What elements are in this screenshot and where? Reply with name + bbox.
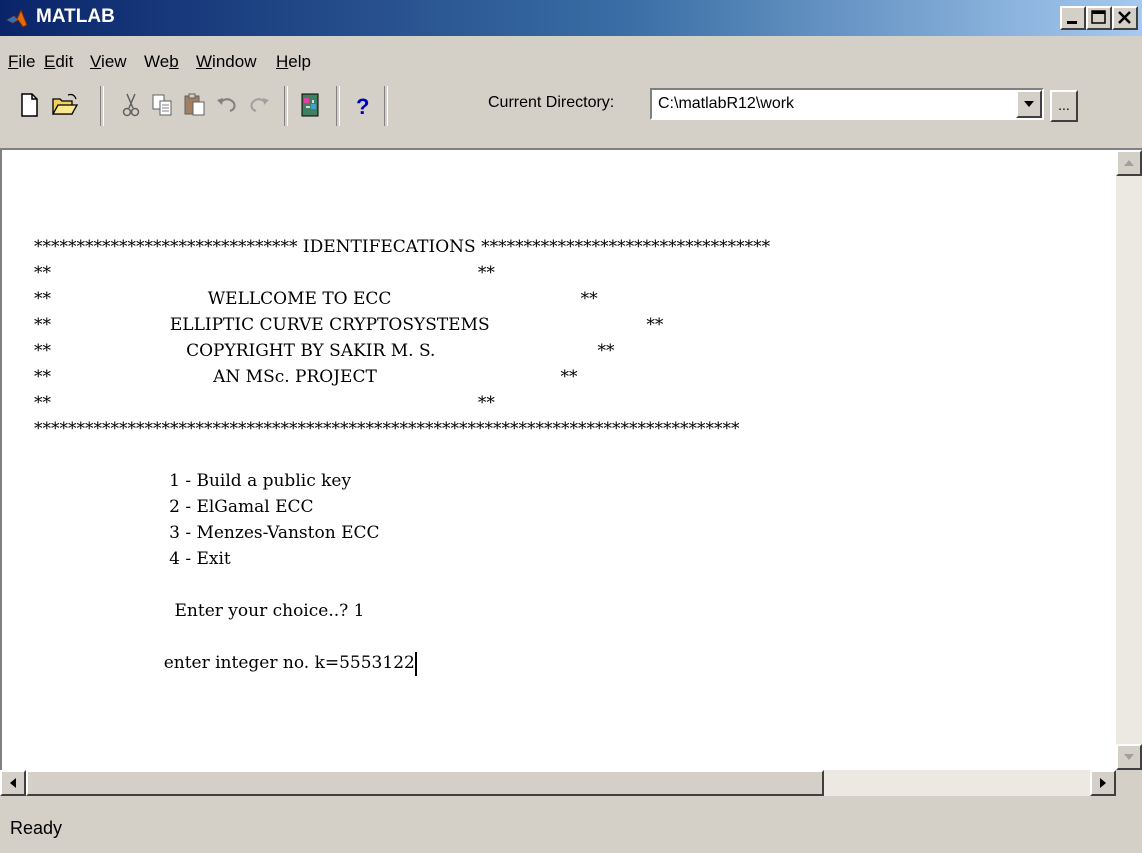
command-window-output: ******************************* IDENTIFE… — [34, 234, 770, 676]
command-window[interactable]: ******************************* IDENTIFE… — [0, 148, 1142, 796]
matlab-window: MATLAB File Edit View Web Window Help ? … — [0, 0, 1142, 853]
command-line: ** ELLIPTIC CURVE CRYPTOSYSTEMS ** — [34, 315, 664, 335]
menu-file[interactable]: File — [8, 52, 35, 72]
arrow-left-icon — [10, 778, 16, 788]
menu-help[interactable]: Help — [276, 52, 311, 72]
toolbar-separator — [100, 86, 104, 126]
menu-option-line: 2 - ElGamal ECC — [34, 497, 314, 517]
status-bar: Ready — [0, 800, 1142, 853]
scroll-up-button[interactable] — [1116, 150, 1142, 176]
menu-bar: File Edit View Web Window Help — [0, 46, 1142, 76]
minimize-button[interactable] — [1060, 6, 1086, 30]
redo-icon[interactable] — [244, 90, 274, 120]
scroll-left-button[interactable] — [0, 770, 26, 796]
open-folder-icon[interactable] — [50, 90, 80, 120]
copy-icon[interactable] — [148, 90, 178, 120]
matlab-logo-icon — [6, 8, 28, 28]
current-directory-label: Current Directory: — [488, 94, 615, 111]
svg-text:?: ? — [356, 94, 369, 119]
scroll-down-button[interactable] — [1116, 744, 1142, 770]
menu-window[interactable]: Window — [196, 52, 256, 72]
scroll-right-button[interactable] — [1090, 770, 1116, 796]
paste-icon[interactable] — [180, 90, 210, 120]
command-line: ** AN MSc. PROJECT ** — [34, 367, 578, 387]
close-icon — [1118, 11, 1131, 24]
current-directory-combobox[interactable]: C:\matlabR12\work — [650, 88, 1044, 120]
toolbar-separator — [384, 86, 388, 126]
browse-directory-button[interactable]: ... — [1050, 90, 1078, 122]
window-title: MATLAB — [36, 6, 115, 27]
simulink-icon[interactable] — [296, 90, 326, 120]
command-line: ****************************************… — [34, 419, 740, 439]
command-line: ** COPYRIGHT BY SAKIR M. S. ** — [34, 341, 615, 361]
arrow-up-icon — [1124, 160, 1134, 166]
vertical-scrollbar[interactable] — [1116, 150, 1142, 770]
cut-icon[interactable] — [116, 90, 146, 120]
toolbar-separator — [284, 86, 288, 126]
arrow-down-icon — [1124, 754, 1134, 760]
help-icon[interactable]: ? — [346, 90, 376, 120]
current-directory-dropdown-button[interactable] — [1016, 90, 1042, 118]
horizontal-scrollbar[interactable] — [0, 770, 1116, 796]
scrollbar-corner — [1116, 770, 1142, 796]
maximize-button[interactable] — [1086, 6, 1112, 30]
text-caret — [414, 651, 417, 676]
minimize-icon — [1067, 21, 1077, 24]
maximize-icon — [1091, 10, 1106, 24]
menu-option-line: 1 - Build a public key — [34, 471, 352, 491]
chevron-down-icon — [1024, 101, 1034, 107]
new-file-icon[interactable] — [14, 90, 44, 120]
current-directory-value[interactable]: C:\matlabR12\work — [658, 95, 794, 113]
status-text: Ready — [10, 818, 63, 838]
menu-edit[interactable]: Edit — [44, 52, 73, 72]
prompt-line: Enter your choice..? 1 — [34, 601, 365, 621]
menu-web[interactable]: Web — [144, 52, 179, 72]
toolbar: ? Current Directory: C:\matlabR12\work .… — [0, 84, 1142, 146]
input-line[interactable]: enter integer no. k=5553122 — [34, 653, 415, 673]
command-line: ******************************* IDENTIFE… — [34, 237, 771, 257]
title-bar[interactable]: MATLAB — [0, 0, 1142, 36]
menu-option-line: 3 - Menzes-Vanston ECC — [34, 523, 380, 543]
command-line: ** WELLCOME TO ECC ** — [34, 289, 598, 309]
toolbar-separator — [336, 86, 340, 126]
close-button[interactable] — [1112, 6, 1138, 30]
menu-view[interactable]: View — [90, 52, 127, 72]
horizontal-scroll-thumb[interactable] — [26, 770, 824, 796]
arrow-right-icon — [1100, 778, 1106, 788]
menu-option-line: 4 - Exit — [34, 549, 231, 569]
command-line: ** ** — [34, 263, 495, 283]
command-line: ** ** — [34, 393, 495, 413]
undo-icon[interactable] — [212, 90, 242, 120]
